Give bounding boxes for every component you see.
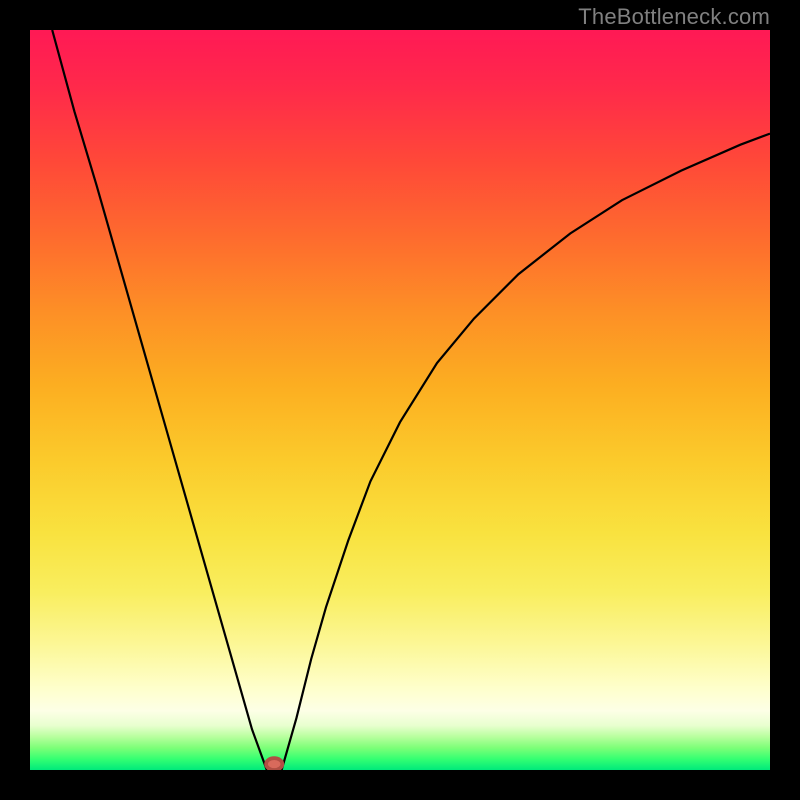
plot-area — [30, 30, 770, 770]
curve-right-branch — [282, 134, 770, 770]
curve-left-branch — [52, 30, 267, 770]
curve-svg — [30, 30, 770, 770]
chart-frame: TheBottleneck.com — [0, 0, 800, 800]
minimum-marker — [266, 758, 282, 770]
watermark-text: TheBottleneck.com — [578, 4, 770, 30]
